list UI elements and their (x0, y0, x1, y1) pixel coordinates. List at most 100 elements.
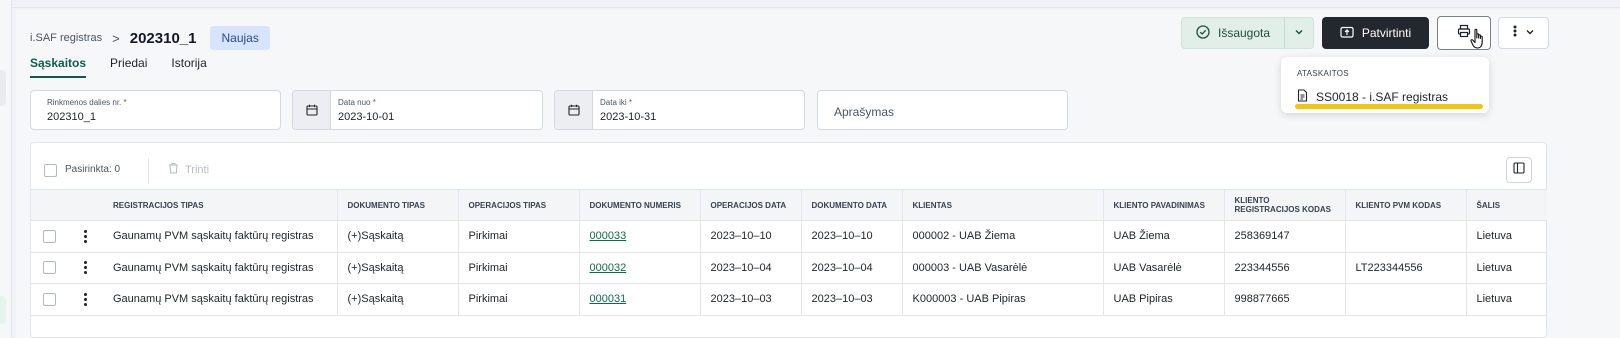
saved-dropdown-toggle[interactable] (1285, 18, 1313, 48)
column-header[interactable]: Dokumento tipas (337, 189, 459, 221)
selected-count: Pasirinkta: 0 (65, 164, 121, 175)
date-to-field[interactable]: Data iki * 2023-10-31 (554, 90, 805, 130)
tab-invoices[interactable]: Sąskaitos (30, 56, 87, 78)
document-number-link[interactable]: 000033 (590, 230, 627, 242)
document-number-link[interactable]: 000032 (590, 262, 627, 274)
required-mark: * (628, 98, 633, 107)
menu-section-header: ATASKAITOS (1297, 69, 1349, 78)
table-cell: 000003 - UAB Vasarėlė (902, 252, 1104, 284)
sidebar-collapsed-item-active[interactable] (0, 296, 6, 324)
check-circle-icon (1196, 24, 1210, 42)
tab-attachments[interactable]: Priedai (110, 56, 147, 78)
menu-item-label: SS0018 - i.SAF registras (1316, 90, 1449, 104)
column-header[interactable]: Klientas (902, 189, 1104, 221)
delete-button[interactable]: Trinti (168, 162, 209, 177)
required-mark: * (123, 98, 127, 107)
column-header[interactable]: Dokumento data (801, 189, 903, 221)
saved-button[interactable]: Išsaugota (1182, 18, 1285, 48)
calendar-icon[interactable] (555, 91, 593, 129)
table-cell: UAB Pipiras (1103, 283, 1225, 316)
saved-split-button: Išsaugota (1181, 17, 1314, 49)
print-reports-menu: ATASKAITOS SS0018 - i.SAF registras (1281, 57, 1489, 113)
columns-layout-icon (1513, 161, 1525, 179)
date-to-value: 2023-10-31 (600, 111, 657, 123)
table-cell: Gaunamų PVM sąskaitų faktūrų registras (103, 252, 338, 284)
document-number-link[interactable]: 000031 (590, 293, 627, 305)
part-number-label: Rinkmenos dalies nr. * (47, 98, 127, 107)
confirm-button-label: Patvirtinti (1361, 26, 1412, 40)
date-from-label: Data nuo * (338, 98, 376, 107)
part-number-label-text: Rinkmenos dalies nr. (47, 98, 122, 107)
column-header[interactable]: Kliento registracijos kodas (1224, 189, 1346, 221)
table-toolbar: Pasirinkta: 0 Trinti (31, 143, 1546, 189)
row-checkbox[interactable] (43, 229, 56, 243)
status-badge: Naujas (210, 26, 270, 50)
column-header[interactable]: Operacijos tipas (458, 189, 580, 221)
row-actions-cell (67, 252, 103, 284)
table-cell: 2023–10–10 (801, 220, 903, 253)
kebab-icon[interactable] (83, 261, 87, 275)
table-cell: (+)Sąskaitą (337, 283, 459, 316)
date-to-label: Data iki * (600, 98, 632, 107)
calendar-icon[interactable] (293, 91, 331, 129)
left-sidebar-rail (0, 0, 12, 338)
confirm-button[interactable]: Patvirtinti (1322, 17, 1429, 49)
saved-button-label: Išsaugota (1218, 26, 1271, 40)
column-settings-button[interactable] (1506, 157, 1532, 183)
sidebar-collapsed-item[interactable] (0, 70, 6, 106)
table-cell: Gaunamų PVM sąskaitų faktūrų registras (103, 220, 338, 253)
toolbar-divider (148, 158, 149, 184)
table-cell: Pirkimai (458, 220, 580, 253)
invoices-table: Registracijos tipas Dokumento tipas Oper… (31, 189, 1547, 316)
kebab-icon[interactable] (83, 292, 87, 306)
row-checkbox-cell (31, 220, 67, 253)
row-checkbox[interactable] (43, 292, 56, 306)
table-cell: 2023–10–10 (700, 220, 802, 253)
table-cell (1345, 220, 1467, 253)
column-header[interactable]: Dokumento numeris (579, 189, 701, 221)
table-cell: 998877665 (1224, 283, 1346, 316)
upload-box-icon (1340, 26, 1354, 41)
select-all-checkbox[interactable] (44, 164, 57, 177)
part-number-field[interactable]: Rinkmenos dalies nr. * 202310_1 (30, 90, 281, 130)
kebab-icon (1513, 24, 1517, 42)
column-header[interactable]: Operacijos data (700, 189, 802, 221)
chevron-down-icon (1294, 26, 1304, 40)
table-cell: 2023–10–04 (700, 252, 802, 284)
column-header[interactable]: Šalis (1466, 189, 1547, 221)
table-cell: 2023–10–03 (700, 283, 802, 316)
table-row[interactable]: Gaunamų PVM sąskaitų faktūrų registras (… (31, 220, 1547, 253)
row-actions-cell (67, 283, 103, 316)
table-cell: LT223344556 (1345, 252, 1467, 284)
date-to-label-text: Data iki (600, 98, 627, 107)
column-header[interactable]: Kliento pavadinimas (1103, 189, 1225, 221)
header-actions-cell (67, 189, 103, 221)
menu-item-report[interactable]: SS0018 - i.SAF registras (1297, 89, 1448, 105)
chevron-down-icon (1525, 24, 1535, 42)
table-cell: UAB Vasarėlė (1103, 252, 1225, 284)
column-header[interactable]: Registracijos tipas (103, 189, 338, 221)
table-cell: Pirkimai (458, 283, 580, 316)
table-row[interactable]: Gaunamų PVM sąskaitų faktūrų registras (… (31, 283, 1547, 316)
invoices-table-card: Pasirinkta: 0 Trinti Registracijos tipas… (30, 142, 1547, 338)
table-cell: 258369147 (1224, 220, 1346, 253)
more-actions-button[interactable] (1498, 17, 1549, 49)
row-checkbox-cell (31, 283, 67, 316)
breadcrumb-parent-link[interactable]: i.SAF registras (30, 32, 102, 44)
row-checkbox[interactable] (43, 261, 56, 275)
table-row[interactable]: Gaunamų PVM sąskaitų faktūrų registras (… (31, 252, 1547, 284)
date-from-value: 2023-10-01 (338, 111, 395, 123)
trash-icon (168, 162, 179, 177)
table-cell: Lietuva (1466, 220, 1547, 253)
part-number-value: 202310_1 (47, 111, 96, 123)
description-field[interactable]: Aprašymas (817, 90, 1068, 130)
column-header[interactable]: Kliento PVM kodas (1345, 189, 1467, 221)
kebab-icon[interactable] (83, 229, 87, 243)
table-cell: 223344556 (1224, 252, 1346, 284)
table-cell: K000003 - UAB Pipiras (902, 283, 1104, 316)
header-checkbox-cell (31, 189, 67, 221)
date-from-field[interactable]: Data nuo * 2023-10-01 (292, 90, 543, 130)
table-cell: Gaunamų PVM sąskaitų faktūrų registras (103, 283, 338, 316)
tab-history[interactable]: Istorija (171, 56, 206, 78)
date-from-label-text: Data nuo (338, 98, 371, 107)
